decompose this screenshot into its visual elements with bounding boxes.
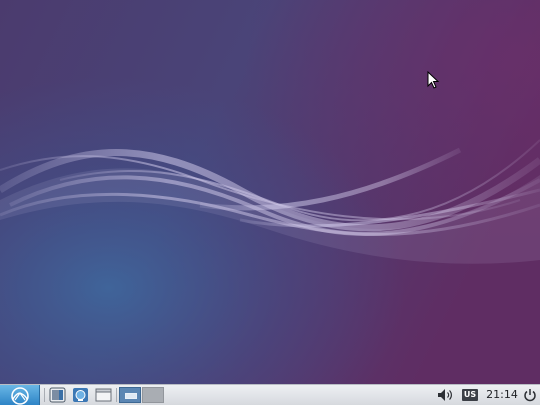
start-menu-button[interactable]: [0, 385, 40, 405]
file-manager-icon: [49, 387, 66, 403]
workspace-2-button[interactable]: [142, 387, 164, 403]
workspace-1-button[interactable]: [119, 387, 141, 403]
keyboard-layout-indicator[interactable]: US: [462, 389, 478, 401]
lubuntu-logo-icon: [11, 387, 29, 405]
power-icon: [524, 389, 536, 402]
desktop-wallpaper[interactable]: [0, 0, 540, 384]
taskbar-separator: [44, 388, 45, 402]
volume-control[interactable]: [436, 387, 456, 403]
show-desktop-icon: [95, 388, 112, 402]
taskbar: US 21:14: [0, 384, 540, 405]
workspace-window-thumb: [125, 393, 137, 399]
taskbar-separator: [116, 388, 117, 402]
network-launcher[interactable]: [72, 387, 89, 403]
speaker-volume-icon: [438, 389, 452, 401]
file-manager-launcher[interactable]: [49, 387, 66, 403]
clock[interactable]: 21:14: [484, 385, 520, 405]
network-icon: [73, 388, 88, 402]
power-button[interactable]: [522, 387, 538, 403]
wallpaper-image: [0, 0, 540, 384]
show-desktop-launcher[interactable]: [95, 387, 112, 403]
mouse-pointer-icon: [427, 71, 439, 89]
